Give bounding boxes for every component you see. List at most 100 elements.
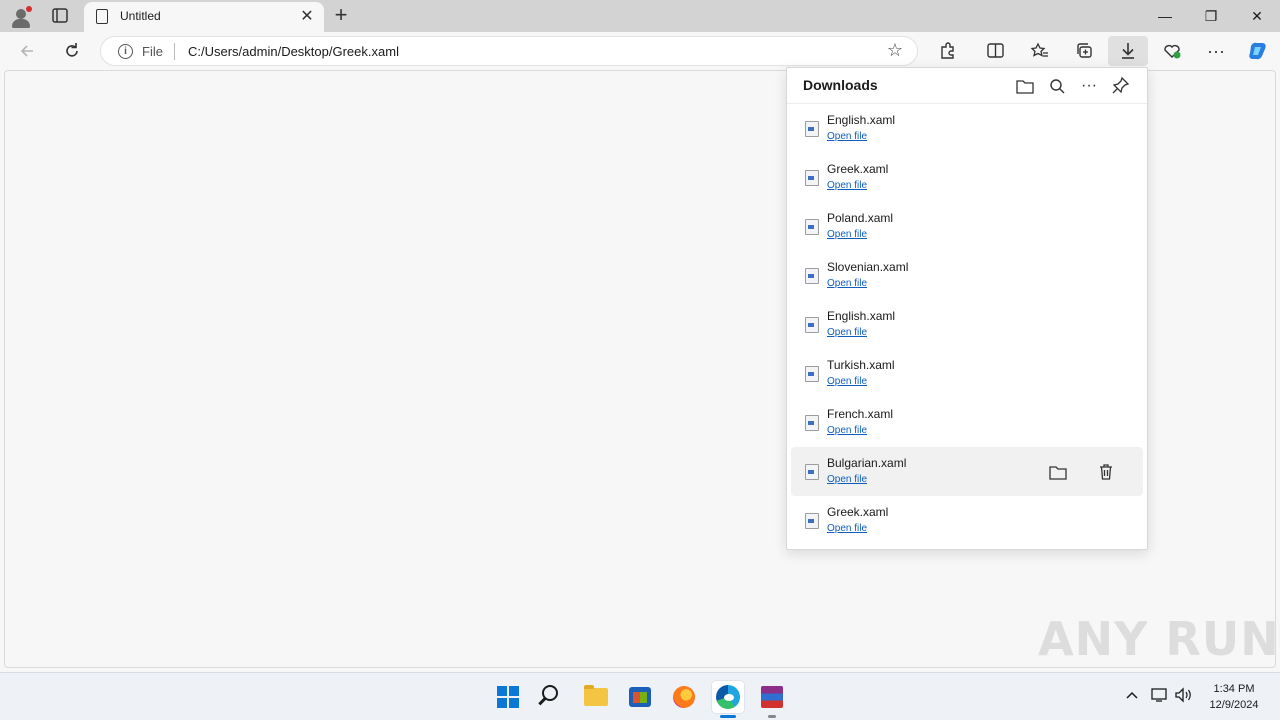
- search-downloads-icon[interactable]: [1045, 74, 1069, 98]
- copilot-icon[interactable]: [1244, 38, 1272, 64]
- download-item[interactable]: Bulgarian.xaml Open file: [791, 447, 1143, 496]
- download-filename: Greek.xaml: [827, 505, 889, 519]
- refresh-icon[interactable]: [58, 38, 86, 64]
- running-indicator: [720, 715, 736, 718]
- download-item[interactable]: Turkish.xaml Open file: [791, 349, 1143, 398]
- anyrun-watermark: ANY RUN: [1038, 612, 1280, 666]
- download-filename: Greek.xaml: [827, 162, 889, 176]
- store-icon: [629, 687, 651, 707]
- edge-icon: [716, 685, 740, 709]
- more-options-icon[interactable]: ···: [1077, 74, 1101, 98]
- download-filename: Slovenian.xaml: [827, 260, 909, 274]
- show-in-folder-icon[interactable]: [1046, 460, 1070, 484]
- url-text[interactable]: C:/Users/admin/Desktop/Greek.xaml: [188, 44, 399, 59]
- downloads-title: Downloads: [803, 77, 878, 93]
- open-file-link[interactable]: Open file: [827, 523, 867, 534]
- search-button[interactable]: [536, 681, 568, 713]
- avatar-body: [12, 19, 30, 28]
- volume-icon[interactable]: [1174, 687, 1194, 706]
- download-filename: Turkish.xaml: [827, 358, 895, 372]
- open-file-link[interactable]: Open file: [827, 327, 867, 338]
- avatar-head: [16, 9, 26, 19]
- tab-strip: Untitled ✕ + — ❐ ✕: [0, 0, 1280, 32]
- downloads-list: English.xaml Open file Greek.xaml Open file…: [787, 104, 1147, 545]
- xaml-file-icon: [805, 415, 819, 431]
- xaml-file-icon: [805, 268, 819, 284]
- document-icon: [96, 9, 108, 24]
- open-file-link[interactable]: Open file: [827, 278, 867, 289]
- settings-more-icon[interactable]: ···: [1202, 38, 1230, 64]
- microsoft-store-button[interactable]: [624, 681, 656, 713]
- notification-dot: [26, 6, 32, 12]
- xaml-file-icon: [805, 219, 819, 235]
- open-file-link[interactable]: Open file: [827, 425, 867, 436]
- download-item[interactable]: Slovenian.xaml Open file: [791, 251, 1143, 300]
- download-item[interactable]: French.xaml Open file: [791, 398, 1143, 447]
- firefox-button[interactable]: [668, 681, 700, 713]
- start-button[interactable]: [492, 681, 524, 713]
- show-hidden-icons-icon[interactable]: [1124, 687, 1140, 706]
- downloads-panel: Downloads ··· English.xaml Open file Greek…: [786, 67, 1148, 550]
- download-filename: Poland.xaml: [827, 211, 894, 225]
- network-icon[interactable]: [1150, 687, 1170, 706]
- edge-button[interactable]: [712, 681, 744, 718]
- download-item[interactable]: Greek.xaml Open file: [791, 153, 1143, 202]
- xaml-file-icon: [805, 170, 819, 186]
- winrar-icon: [761, 686, 783, 708]
- favorite-star-icon[interactable]: ☆: [887, 40, 903, 61]
- open-downloads-folder-icon[interactable]: [1013, 74, 1037, 98]
- download-filename: French.xaml: [827, 407, 894, 421]
- search-icon: [542, 685, 558, 701]
- open-file-link[interactable]: Open file: [827, 131, 867, 142]
- download-filename: English.xaml: [827, 309, 896, 323]
- divider: [174, 43, 175, 60]
- tab-actions-icon[interactable]: [46, 4, 74, 28]
- taskbar: 1:34 PM 12/9/2024: [0, 672, 1280, 720]
- close-window-icon[interactable]: ✕: [1234, 0, 1280, 32]
- address-bar[interactable]: i File C:/Users/admin/Desktop/Greek.xaml…: [100, 36, 918, 66]
- folder-icon: [584, 685, 608, 706]
- delete-icon[interactable]: [1094, 460, 1118, 484]
- system-clock[interactable]: 1:34 PM 12/9/2024: [1196, 681, 1272, 713]
- downloads-header: Downloads ···: [787, 68, 1147, 104]
- scheme-label: File: [142, 44, 163, 59]
- clock-date: 12/9/2024: [1209, 699, 1259, 711]
- open-file-link[interactable]: Open file: [827, 180, 867, 191]
- browser-essentials-icon[interactable]: [1158, 38, 1186, 64]
- new-tab-icon[interactable]: +: [330, 4, 352, 28]
- xaml-file-icon: [805, 366, 819, 382]
- site-info-icon[interactable]: i: [118, 44, 133, 59]
- back-icon[interactable]: [14, 38, 42, 64]
- download-filename: Bulgarian.xaml: [827, 456, 907, 470]
- xaml-file-icon: [805, 121, 819, 137]
- download-item[interactable]: Greek.xaml Open file: [791, 496, 1143, 545]
- collections-icon[interactable]: [1070, 38, 1098, 64]
- open-file-link[interactable]: Open file: [827, 474, 867, 485]
- profile-avatar-icon[interactable]: [9, 5, 33, 29]
- download-filename: English.xaml: [827, 113, 896, 127]
- xaml-file-icon: [805, 317, 819, 333]
- tab-title: Untitled: [120, 9, 161, 23]
- windows-logo-icon: [497, 686, 519, 708]
- running-indicator: [768, 715, 776, 718]
- split-screen-icon[interactable]: [981, 38, 1009, 64]
- download-item[interactable]: English.xaml Open file: [791, 300, 1143, 349]
- download-item[interactable]: Poland.xaml Open file: [791, 202, 1143, 251]
- clock-time: 1:34 PM: [1213, 683, 1255, 695]
- download-item[interactable]: English.xaml Open file: [791, 104, 1143, 153]
- pin-icon[interactable]: [1109, 74, 1133, 98]
- open-file-link[interactable]: Open file: [827, 229, 867, 240]
- xaml-file-icon: [805, 464, 819, 480]
- tab-untitled[interactable]: Untitled ✕: [84, 2, 324, 32]
- extensions-icon[interactable]: [933, 38, 961, 64]
- file-explorer-button[interactable]: [580, 681, 612, 713]
- browser-toolbar: i File C:/Users/admin/Desktop/Greek.xaml…: [0, 32, 1280, 70]
- open-file-link[interactable]: Open file: [827, 376, 867, 387]
- minimize-icon[interactable]: —: [1142, 0, 1188, 32]
- restore-icon[interactable]: ❐: [1188, 0, 1234, 32]
- downloads-icon[interactable]: [1108, 36, 1148, 66]
- winrar-button[interactable]: [756, 681, 788, 718]
- xaml-file-icon: [805, 513, 819, 529]
- close-tab-icon[interactable]: ✕: [298, 8, 316, 26]
- favorites-icon[interactable]: [1026, 38, 1054, 64]
